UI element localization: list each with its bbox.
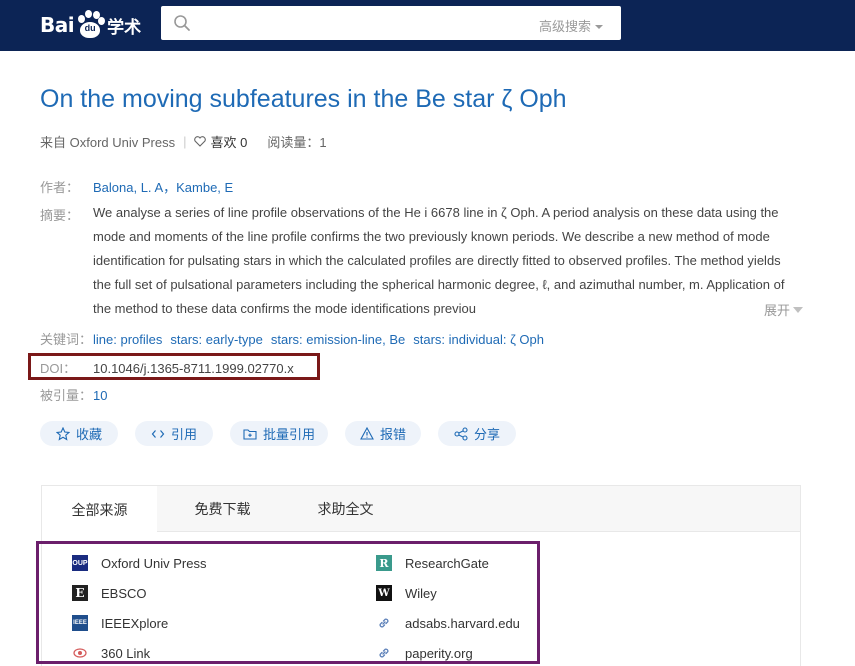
tab-request-fulltext[interactable]: 求助全文: [288, 486, 403, 532]
logo-suffix: 学术: [107, 17, 142, 37]
expand-button[interactable]: 展开: [760, 300, 804, 319]
wiley-icon: W: [376, 585, 392, 601]
ieee-icon: IEEE: [72, 615, 88, 631]
source-tabs: 全部来源 免费下载 求助全文: [42, 486, 800, 533]
source-item-wiley[interactable]: W Wiley: [376, 585, 437, 601]
logo-du-text: du: [84, 23, 96, 33]
keyword-link[interactable]: line: profiles: [93, 332, 162, 347]
action-bar: 收藏 引用 批量引用 报错 分享: [40, 421, 533, 447]
advanced-search-label: 高级搜索: [538, 19, 591, 34]
keyword-link[interactable]: stars: early-type: [170, 332, 262, 347]
divider: |: [183, 134, 187, 149]
star-icon: [55, 426, 70, 441]
paper-title[interactable]: On the moving subfeatures in the Be star…: [40, 85, 567, 114]
batch-cite-button[interactable]: 批量引用: [230, 421, 328, 446]
ebsco-icon: E: [72, 585, 88, 601]
tab-label: 求助全文: [317, 501, 374, 517]
link-icon: [376, 615, 392, 631]
researchgate-icon: R: [376, 555, 392, 571]
keywords-label: 关键词：: [40, 332, 93, 347]
paper-meta: 来自 Oxford Univ Press | 喜欢 0 阅读量：1: [40, 132, 327, 151]
advanced-search-link[interactable]: 高级搜索: [539, 16, 603, 35]
keyword-link[interactable]: stars: emission-line, Be: [271, 332, 405, 347]
share-label: 分享: [473, 427, 500, 442]
citations-label: 被引量：: [40, 388, 93, 403]
authors-label: 作者：: [40, 180, 80, 195]
expand-label: 展开: [764, 303, 791, 318]
link-icon: [376, 645, 392, 661]
chevron-down-icon: [793, 307, 804, 313]
heart-icon: [194, 136, 207, 147]
citations-row: 被引量：10: [40, 385, 107, 404]
code-icon: [151, 429, 165, 438]
authors-links[interactable]: Balona, L. A，Kambe, E: [93, 180, 233, 195]
eye-icon: [72, 645, 88, 661]
source-label: 360 Link: [101, 645, 151, 661]
search-box[interactable]: 高级搜索: [161, 6, 621, 40]
favorite-label: 收藏: [75, 427, 102, 442]
source-label: EBSCO: [101, 585, 147, 601]
source-item-researchgate[interactable]: R ResearchGate: [376, 555, 489, 571]
folder-plus-icon: [243, 428, 257, 440]
favorite-button[interactable]: 收藏: [40, 421, 118, 446]
source-item-ebsco[interactable]: E EBSCO: [72, 585, 147, 601]
doi-row: DOI： 10.1046/j.1365-8711.1999.02770.x: [40, 358, 294, 377]
like-button[interactable]: 喜欢 0: [194, 132, 247, 151]
warning-icon: [360, 427, 374, 440]
source-item-paperity[interactable]: paperity.org: [376, 645, 473, 661]
source-item-360link[interactable]: 360 Link: [72, 645, 150, 661]
tab-free-download[interactable]: 免费下载: [165, 486, 280, 532]
cite-label: 引用: [170, 427, 197, 442]
cite-button[interactable]: 引用: [135, 421, 213, 446]
like-count: 喜欢 0: [210, 135, 248, 150]
source-item-adsabs[interactable]: adsabs.harvard.edu: [376, 615, 520, 631]
tab-label: 免费下载: [194, 501, 251, 517]
source-item-ieee[interactable]: IEEE IEEEXplore: [72, 615, 168, 631]
source-label: adsabs.harvard.edu: [405, 615, 520, 631]
source-label: Oxford Univ Press: [101, 555, 207, 571]
logo-text: Bai: [40, 13, 75, 37]
baidu-scholar-logo[interactable]: Bai du 学术: [40, 8, 141, 42]
share-button[interactable]: 分享: [438, 421, 516, 446]
search-input[interactable]: [201, 12, 501, 34]
source-label: Wiley: [405, 585, 437, 601]
report-error-label: 报错: [379, 427, 406, 442]
keyword-link[interactable]: stars: individual: ζ Oph: [413, 332, 544, 347]
abstract-label: 摘要：: [40, 208, 80, 223]
share-icon: [454, 426, 468, 441]
keywords-row: 关键词：line: profiles stars: early-type stars…: [40, 329, 552, 348]
authors-row: 作者： Balona, L. A，Kambe, E: [40, 177, 233, 196]
search-icon[interactable]: [173, 14, 191, 32]
doi-value[interactable]: 10.1046/j.1365-8711.1999.02770.x: [93, 361, 294, 376]
oup-icon: OUP: [72, 555, 88, 571]
doi-label: DOI：: [40, 361, 77, 376]
source-label: IEEEXplore: [101, 615, 169, 631]
source-info: 来自 Oxford Univ Press: [40, 135, 176, 150]
paw-icon: du: [75, 10, 106, 40]
source-label: paperity.org: [405, 645, 473, 661]
caret-down-icon: [595, 25, 603, 29]
tab-label: 全部来源: [71, 501, 128, 518]
view-count: 阅读量：1: [267, 135, 327, 150]
top-header-bar: Bai du 学术 高级搜索: [0, 0, 855, 51]
source-label: ResearchGate: [405, 555, 489, 571]
tab-all-sources[interactable]: 全部来源: [42, 486, 157, 533]
report-error-button[interactable]: 报错: [345, 421, 421, 446]
batch-cite-label: 批量引用: [262, 427, 315, 442]
source-item-oxford[interactable]: OUP Oxford Univ Press: [72, 555, 206, 571]
citations-count[interactable]: 10: [93, 388, 107, 403]
abstract-text: We analyse a series of line profile obse…: [93, 205, 785, 316]
